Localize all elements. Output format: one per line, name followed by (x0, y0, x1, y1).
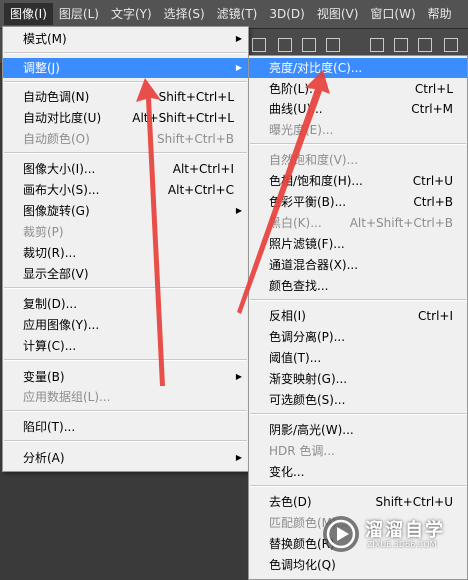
play-logo-icon (323, 516, 359, 552)
watermark-subtitle: ZIXUE.3D66.COM (367, 540, 437, 549)
arrow-to-adjustments (136, 78, 165, 386)
annotation-arrows (136, 70, 330, 386)
arrow-to-brightness-contrast (237, 70, 330, 314)
watermark: 溜溜自学 ZIXUE.3D66.COM (323, 512, 463, 558)
watermark-title: 溜溜自学 (365, 520, 445, 541)
